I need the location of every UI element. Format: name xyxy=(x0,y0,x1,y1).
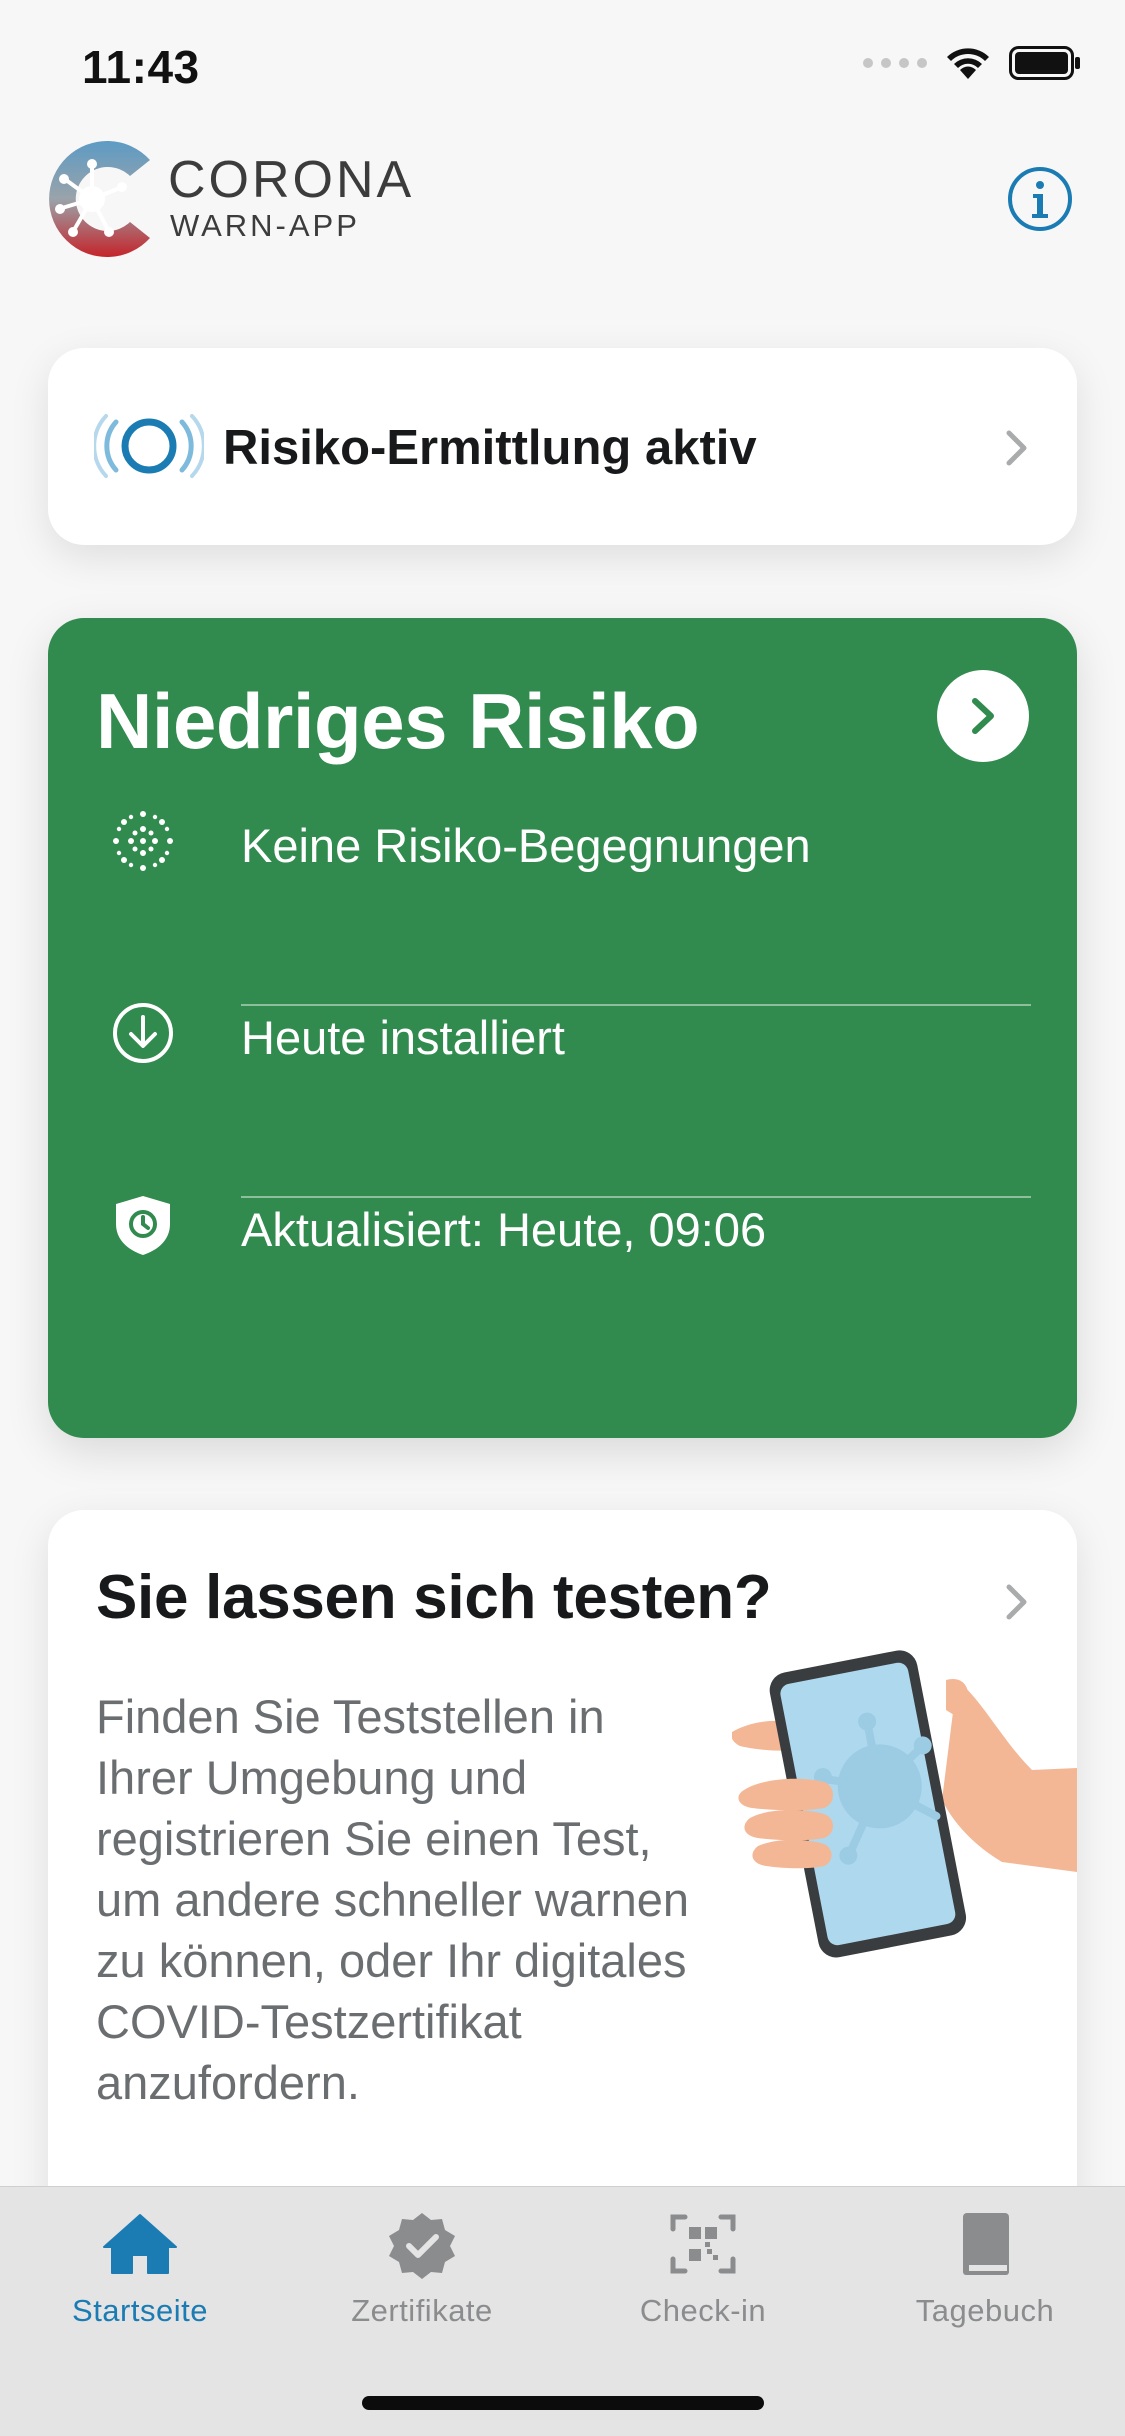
risk-row-text: Heute installiert xyxy=(241,1011,565,1064)
risk-row-installed: Heute installiert xyxy=(48,968,1077,1098)
risk-row-text: Keine Risiko-Begegnungen xyxy=(241,819,811,872)
risk-level-title: Niedriges Risiko xyxy=(96,677,700,765)
virus-dots-icon xyxy=(113,811,173,871)
battery-icon xyxy=(1009,46,1080,80)
tracing-status-label: Risiko-Ermittlung aktiv xyxy=(223,421,757,475)
risk-row-encounters: Keine Risiko-Begegnungen xyxy=(48,776,1077,906)
tab-label: Zertifikate xyxy=(351,2293,493,2328)
status-time: 11:43 xyxy=(82,41,200,93)
certificate-badge-icon xyxy=(389,2213,455,2279)
app-name: CORONA xyxy=(168,151,415,209)
tab-label: Check-in xyxy=(639,2293,767,2328)
home-indicator[interactable] xyxy=(362,2396,764,2410)
test-card-title: Sie lassen sich testen? xyxy=(96,1563,772,1632)
risk-status-card[interactable]: Niedriges Risiko Keine Risiko-Begegnunge… xyxy=(48,618,1077,1438)
chevron-right-icon xyxy=(1006,1584,1027,1620)
tab-check-in[interactable]: Check-in xyxy=(563,2209,843,2329)
tracing-active-icon xyxy=(94,414,204,478)
home-screen: 11:43 CORONA WARN-APP Risiko-Ermittlung … xyxy=(0,0,1125,2436)
wifi-icon xyxy=(947,48,989,79)
risk-tracing-card[interactable]: Risiko-Ermittlung aktiv xyxy=(48,348,1077,545)
risk-row-updated: Aktualisiert: Heute, 09:06 xyxy=(48,1160,1077,1290)
tab-tagebuch[interactable]: Tagebuch xyxy=(845,2209,1125,2329)
tab-zertifikate[interactable]: Zertifikate xyxy=(282,2209,562,2329)
corona-warn-app-logo xyxy=(49,141,150,257)
app-subtitle: WARN-APP xyxy=(170,208,360,243)
qr-scan-icon xyxy=(670,2214,736,2274)
status-bar: 11:43 xyxy=(0,0,1125,132)
tab-startseite[interactable]: Startseite xyxy=(0,2209,280,2329)
risk-details-button[interactable] xyxy=(937,670,1029,762)
info-circle-icon[interactable] xyxy=(1007,166,1073,232)
hand-holding-phone-illustration xyxy=(732,1650,1077,1958)
cellular-signal-icon xyxy=(863,58,927,68)
status-indicators xyxy=(863,46,1081,80)
test-card-description: Finden Sie Teststellen in Ihrer Umgebung… xyxy=(96,1690,690,2109)
chevron-right-icon xyxy=(1006,430,1027,466)
download-circle-icon xyxy=(113,1003,173,1063)
shield-clock-icon xyxy=(116,1196,170,1255)
home-icon xyxy=(103,2214,177,2274)
tab-label: Tagebuch xyxy=(915,2293,1055,2328)
chevron-right-icon xyxy=(972,698,994,734)
tab-label: Startseite xyxy=(72,2293,208,2328)
book-icon xyxy=(963,2213,1009,2275)
risk-row-text: Aktualisiert: Heute, 09:06 xyxy=(241,1203,767,1256)
app-header: CORONA WARN-APP xyxy=(0,132,1125,272)
